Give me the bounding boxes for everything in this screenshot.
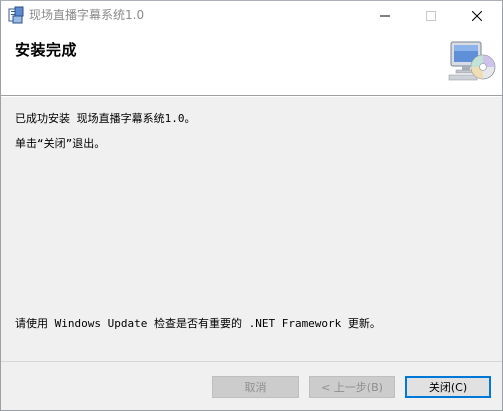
cancel-button: 取消 — [212, 376, 299, 398]
update-notice: 请使用 Windows Update 检查是否有重要的 .NET Framewo… — [15, 317, 381, 330]
close-window-button[interactable] — [454, 1, 500, 30]
close-button[interactable]: 关闭(C) — [405, 376, 491, 398]
maximize-button — [408, 1, 454, 30]
installer-window: 现场直播字幕系统1.0 安装完成 已成功安装 现场直播字幕系统1.0。 单击“关… — [0, 0, 503, 411]
minimize-button[interactable] — [362, 1, 408, 30]
page-title: 安装完成 — [15, 41, 78, 59]
minimize-icon — [380, 6, 390, 25]
computer-cd-icon — [447, 38, 497, 84]
back-button: < 上一步(B) — [309, 376, 395, 398]
wizard-body: 已成功安装 现场直播字幕系统1.0。 单击“关闭”退出。 请使用 Windows… — [1, 97, 502, 361]
window-title: 现场直播字幕系统1.0 — [29, 8, 145, 22]
success-message: 已成功安装 现场直播字幕系统1.0。 — [15, 112, 196, 125]
maximize-icon — [426, 6, 436, 25]
wizard-header: 安装完成 — [1, 30, 502, 95]
close-icon — [471, 6, 483, 25]
footer-divider — [1, 361, 502, 362]
title-bar[interactable]: 现场直播字幕系统1.0 — [1, 1, 502, 30]
exit-instruction: 单击“关闭”退出。 — [15, 137, 106, 150]
installer-icon — [8, 6, 24, 24]
